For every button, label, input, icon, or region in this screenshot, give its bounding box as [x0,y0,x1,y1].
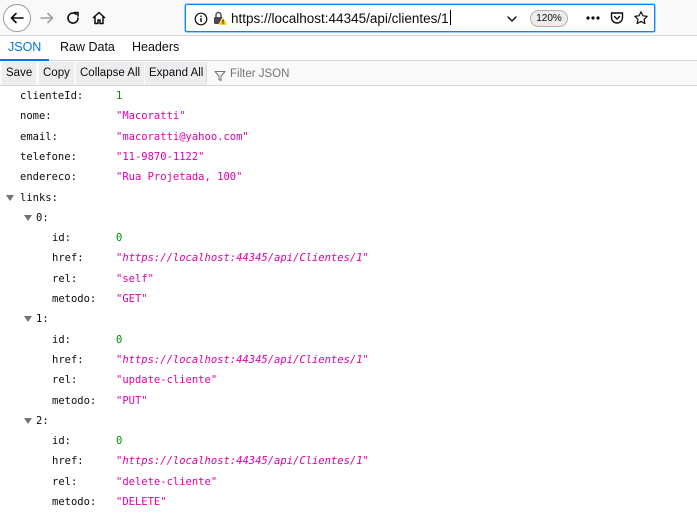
json-value: 0 [116,232,123,245]
back-arrow-icon [10,12,24,24]
json-key: id: [52,435,71,448]
collapse-all-button[interactable]: Collapse All [76,62,145,85]
info-icon[interactable] [194,11,208,30]
home-button[interactable] [86,5,112,31]
json-url-value[interactable]: "https://localhost:44345/api/Clientes/1" [116,248,369,268]
forward-button[interactable] [34,5,60,31]
expand-all-button[interactable]: Expand All [145,62,208,85]
json-tree: clienteId: 1 nome: "Macoratti" email: "m… [0,86,697,528]
json-value: "delete-cliente" [116,475,218,488]
json-key: rel: [52,475,78,488]
json-value: "update-cliente" [116,374,218,387]
save-button[interactable]: Save [2,62,37,85]
json-key: metodo: [52,496,97,508]
json-key: href: [52,353,84,366]
json-value: "Rua Projetada, 100" [116,171,243,184]
json-key: clienteId: [20,90,84,102]
home-icon [92,11,106,25]
json-key: 2: [36,414,49,427]
expand-twisty-icon[interactable] [24,214,32,221]
reload-button[interactable] [60,5,86,31]
json-action-bar: Save Copy Collapse All Expand All [0,61,697,86]
json-key: id: [52,333,71,346]
json-key: email: [20,130,58,143]
reload-icon [67,11,79,24]
json-key: 1: [36,313,49,326]
forward-arrow-icon [40,12,54,24]
expand-twisty-icon[interactable] [6,194,14,201]
json-key: nome: [20,110,52,123]
url-bar[interactable]: https://localhost:44345/api/clientes/1 1… [185,4,655,32]
tab-headers[interactable]: Headers [124,36,187,61]
expand-twisty-icon[interactable] [24,417,32,424]
zoom-level-badge[interactable]: 120% [530,10,568,27]
json-key: links: [20,191,58,204]
json-value: 1 [116,90,123,102]
star-icon[interactable] [633,10,649,30]
json-value: "macoratti@yahoo.com" [116,130,249,143]
url-text[interactable]: https://localhost:44345/api/clientes/1 [231,10,451,26]
back-button[interactable] [3,4,31,32]
json-key: metodo: [52,394,97,407]
json-key: endereco: [20,171,77,184]
filter-json-input[interactable] [230,64,430,83]
json-key: telefone: [20,150,77,163]
json-url-value[interactable]: "https://localhost:44345/api/Clientes/1" [116,350,369,370]
json-value: "self" [116,272,154,285]
json-key: 0: [36,211,49,224]
json-key: rel: [52,272,78,285]
json-value: "PUT" [116,394,148,407]
browser-toolbar: https://localhost:44345/api/clientes/1 1… [0,0,697,36]
viewer-tabs: JSON Raw Data Headers [0,36,697,61]
json-value: "DELETE" [116,496,167,508]
tab-json[interactable]: JSON [0,36,50,61]
json-value: 0 [116,333,123,346]
json-url-value[interactable]: "https://localhost:44345/api/Clientes/1" [116,451,369,471]
more-dots-icon[interactable] [584,9,602,31]
pocket-icon[interactable] [609,10,625,30]
filter-icon [214,67,226,86]
json-key: id: [52,232,71,245]
copy-button[interactable]: Copy [39,62,74,85]
toolbar-divider [206,65,207,82]
json-key: metodo: [52,293,97,305]
json-value: "Macoratti" [116,110,186,123]
json-value: "GET" [116,293,148,305]
json-key: rel: [52,374,78,387]
expand-twisty-icon[interactable] [24,316,32,323]
json-key: href: [52,455,84,468]
chevron-down-icon[interactable] [505,11,519,30]
tab-raw-data[interactable]: Raw Data [52,36,123,61]
json-value: "11-9870-1122" [116,150,205,163]
lock-warning-icon[interactable] [212,10,229,30]
json-key: href: [52,252,84,265]
json-value: 0 [116,435,123,448]
